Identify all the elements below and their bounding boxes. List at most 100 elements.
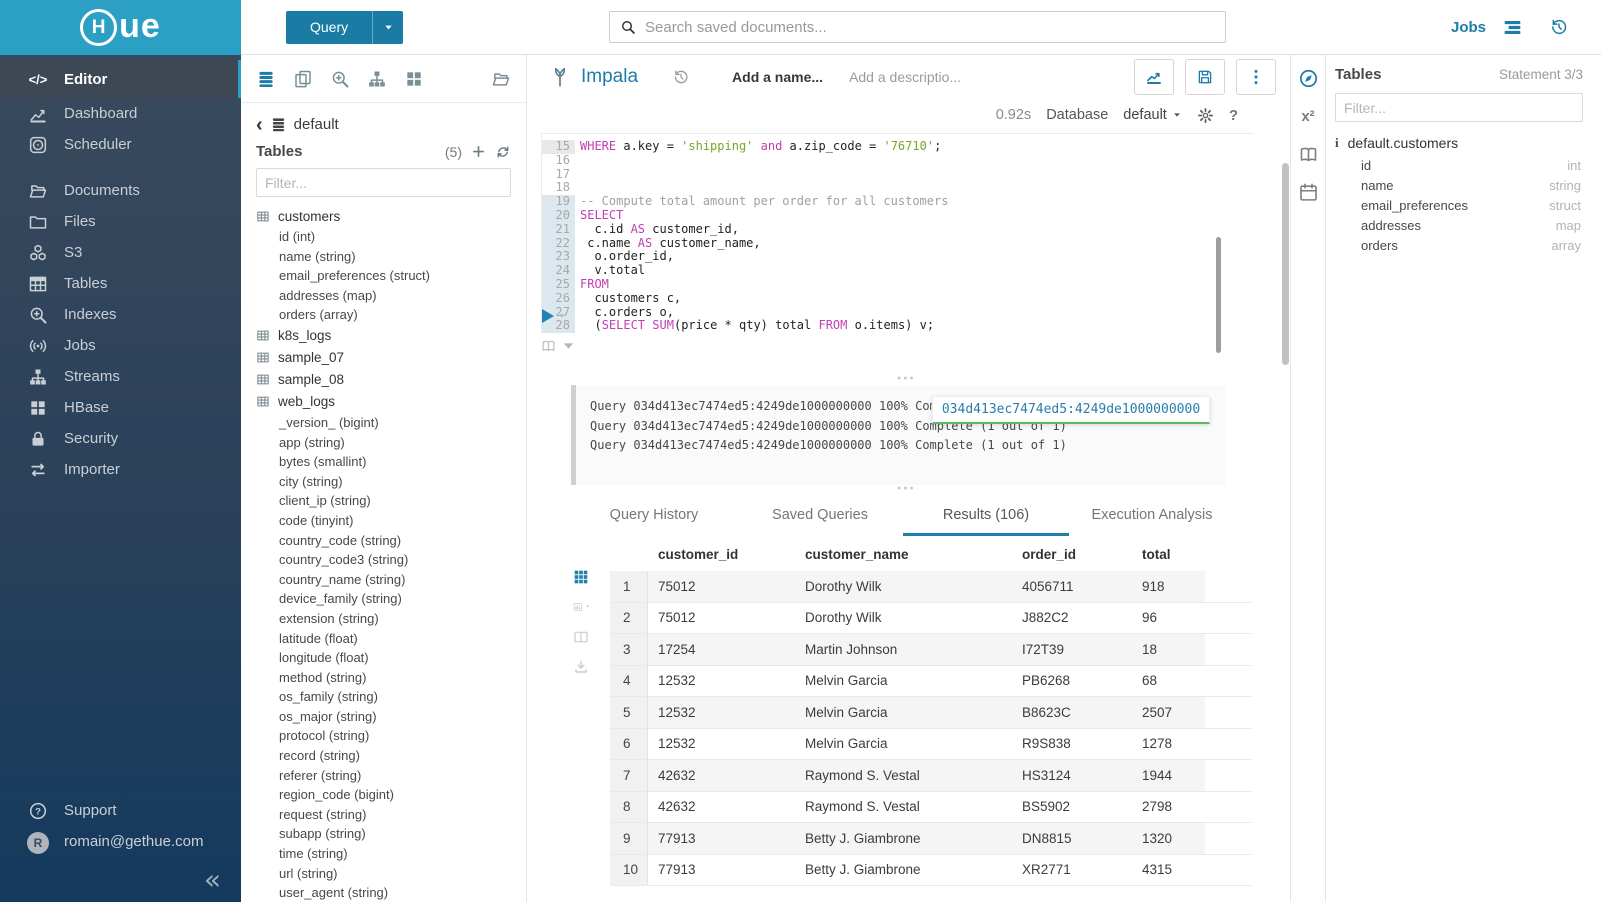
db-icon[interactable] bbox=[256, 69, 276, 89]
table-item-web-logs[interactable]: web_logs bbox=[256, 391, 526, 413]
column-item[interactable]: user_agent (string) bbox=[256, 883, 526, 902]
snippet-history-icon[interactable] bbox=[672, 68, 690, 86]
table-item-sample-08[interactable]: sample_08 bbox=[256, 369, 526, 391]
sql-editor[interactable]: 15WHERE a.key = 'shipping' and a.zip_cod… bbox=[541, 133, 1254, 333]
column-item[interactable]: country_code (string) bbox=[256, 531, 526, 551]
column-item[interactable]: id (int) bbox=[256, 227, 526, 247]
jobs-link[interactable]: Jobs bbox=[1451, 19, 1486, 36]
table-row[interactable]: 977913Betty J. GiambroneDN88151320 bbox=[610, 823, 1251, 855]
sidebar-item-dashboard[interactable]: Dashboard bbox=[0, 98, 241, 129]
chart-button[interactable] bbox=[1134, 59, 1174, 95]
column-item[interactable]: region_code (bigint) bbox=[256, 785, 526, 805]
column-item[interactable]: device_family (string) bbox=[256, 589, 526, 609]
column-item[interactable]: url (string) bbox=[256, 864, 526, 884]
column-item[interactable]: extension (string) bbox=[256, 609, 526, 629]
sidebar-item-hbase[interactable]: HBase bbox=[0, 392, 241, 423]
sidebar-item-streams[interactable]: Streams bbox=[0, 361, 241, 392]
tab-results-106-[interactable]: Results (106) bbox=[903, 495, 1069, 536]
search-input[interactable]: Search saved documents... bbox=[609, 11, 1226, 43]
table-row[interactable]: 512532Melvin GarciaB8623C2507 bbox=[610, 697, 1251, 729]
column-item[interactable]: time (string) bbox=[256, 844, 526, 864]
database-select[interactable]: default bbox=[1123, 107, 1182, 123]
column-item[interactable]: code (tinyint) bbox=[256, 511, 526, 531]
column-item[interactable]: bytes (smallint) bbox=[256, 452, 526, 472]
table-item-sample-07[interactable]: sample_07 bbox=[256, 347, 526, 369]
tab-saved-queries[interactable]: Saved Queries bbox=[737, 495, 903, 536]
query-button[interactable]: Query bbox=[286, 11, 403, 44]
column-header-order-id[interactable]: order_id bbox=[1012, 538, 1132, 571]
more-actions-button[interactable] bbox=[1236, 59, 1276, 95]
jobs-list-icon[interactable] bbox=[1502, 17, 1523, 38]
tables-filter-input[interactable]: Filter... bbox=[256, 168, 511, 197]
run-options-caret-icon[interactable] bbox=[557, 311, 567, 321]
explain-book-button[interactable] bbox=[540, 338, 577, 354]
sidebar-item-files[interactable]: Files bbox=[0, 206, 241, 237]
assist-column-email-preferences[interactable]: email_preferencesstruct bbox=[1335, 195, 1583, 215]
column-item[interactable]: referer (string) bbox=[256, 766, 526, 786]
assist-column-name[interactable]: namestring bbox=[1335, 175, 1583, 195]
grid-icon[interactable] bbox=[404, 69, 424, 89]
sidebar-item-importer[interactable]: Importer bbox=[0, 454, 241, 485]
tab-execution-analysis[interactable]: Execution Analysis bbox=[1069, 495, 1235, 536]
sidebar-item-documents[interactable]: Documents bbox=[0, 175, 241, 206]
table-row[interactable]: 317254Martin JohnsonI72T3918 bbox=[610, 634, 1251, 666]
log-resize-handle[interactable]: ●●● bbox=[897, 375, 916, 382]
table-row[interactable]: 842632Raymond S. VestalBS59022798 bbox=[610, 792, 1251, 824]
column-item[interactable]: _version_ (bigint) bbox=[256, 413, 526, 433]
grid-small-icon[interactable] bbox=[573, 568, 590, 585]
query-caret-icon[interactable] bbox=[372, 11, 403, 44]
column-item[interactable]: email_preferences (struct) bbox=[256, 266, 526, 286]
sidebar-item-editor[interactable]: </>Editor bbox=[0, 60, 241, 98]
column-item[interactable]: longitude (float) bbox=[256, 648, 526, 668]
assist-column-addresses[interactable]: addressesmap bbox=[1335, 216, 1583, 236]
help-icon[interactable]: ? bbox=[1229, 107, 1238, 124]
column-item[interactable]: orders (array) bbox=[256, 305, 526, 325]
column-item[interactable]: name (string) bbox=[256, 247, 526, 267]
column-item[interactable]: city (string) bbox=[256, 472, 526, 492]
column-item[interactable]: request (string) bbox=[256, 805, 526, 825]
sidebar-item-tables[interactable]: Tables bbox=[0, 268, 241, 299]
history-icon[interactable] bbox=[1549, 17, 1569, 37]
active-table-row[interactable]: i default.customers bbox=[1335, 135, 1583, 151]
column-header-customer-id[interactable]: customer_id bbox=[648, 538, 795, 571]
copy-icon[interactable] bbox=[293, 69, 313, 89]
right-filter-input[interactable]: Filter... bbox=[1335, 93, 1583, 122]
save-button[interactable] bbox=[1185, 59, 1225, 95]
back-chevron-icon[interactable]: ‹ bbox=[256, 118, 263, 132]
table-item-customers[interactable]: customers bbox=[256, 205, 526, 227]
results-resize-handle[interactable]: ●●● bbox=[897, 485, 916, 492]
assist-column-orders[interactable]: ordersarray bbox=[1335, 236, 1583, 256]
table-row[interactable]: 275012Dorothy WilkJ882C296 bbox=[610, 603, 1251, 635]
add-table-icon[interactable] bbox=[471, 144, 486, 159]
column-item[interactable]: latitude (float) bbox=[256, 629, 526, 649]
job-id-popover[interactable]: 034d413ec7474ed5:4249de1000000000 bbox=[932, 396, 1210, 424]
column-item[interactable]: record (string) bbox=[256, 746, 526, 766]
table-item-k8s-logs[interactable]: k8s_logs bbox=[256, 325, 526, 347]
assist-column-id[interactable]: idint bbox=[1335, 155, 1583, 175]
sidebar-item-jobs[interactable]: Jobs bbox=[0, 330, 241, 361]
column-header-total[interactable]: total bbox=[1132, 538, 1205, 571]
editor-scrollbar[interactable] bbox=[1216, 237, 1221, 353]
column-item[interactable]: client_ip (string) bbox=[256, 491, 526, 511]
info-icon[interactable]: i bbox=[1335, 135, 1339, 151]
search-plus-icon[interactable] bbox=[330, 69, 350, 89]
sidebar-item-romain-gethue-com[interactable]: Rromain@gethue.com bbox=[0, 826, 241, 857]
column-item[interactable]: country_code3 (string) bbox=[256, 550, 526, 570]
sidebar-item-s3[interactable]: S3 bbox=[0, 237, 241, 268]
sidebar-item-security[interactable]: Security bbox=[0, 423, 241, 454]
sidebar-item-scheduler[interactable]: Scheduler bbox=[0, 129, 241, 160]
query-name-input[interactable]: Add a name... bbox=[732, 69, 823, 85]
column-header-customer-name[interactable]: customer_name bbox=[795, 538, 1012, 571]
folder-open-icon[interactable] bbox=[491, 69, 511, 89]
column-item[interactable]: country_name (string) bbox=[256, 570, 526, 590]
hue-logo[interactable]: H ue bbox=[0, 0, 241, 55]
column-item[interactable]: method (string) bbox=[256, 668, 526, 688]
tab-query-history[interactable]: Query History bbox=[571, 495, 737, 536]
settings-gear-icon[interactable] bbox=[1197, 107, 1214, 124]
table-row[interactable]: 412532Melvin GarciaPB626868 bbox=[610, 666, 1251, 698]
column-item[interactable]: subapp (string) bbox=[256, 824, 526, 844]
column-item[interactable]: addresses (map) bbox=[256, 286, 526, 306]
query-description-input[interactable]: Add a descriptio... bbox=[849, 69, 961, 85]
column-item[interactable]: os_major (string) bbox=[256, 707, 526, 727]
sidebar-item-indexes[interactable]: Indexes bbox=[0, 299, 241, 330]
